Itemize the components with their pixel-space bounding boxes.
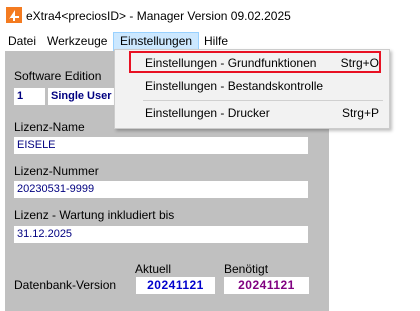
einstellungen-dropdown: Einstellungen - Grundfunktionen Strg+O E… bbox=[114, 49, 390, 129]
menu-separator bbox=[143, 100, 383, 101]
title-bar: eXtra4<preciosID> - Manager Version 09.0… bbox=[0, 0, 420, 32]
wartung-label: Lizenz - Wartung inkludiert bis bbox=[14, 208, 175, 222]
lizenz-nummer-field[interactable]: 20230531-9999 bbox=[14, 181, 308, 198]
software-edition-label: Software Edition bbox=[14, 69, 102, 83]
edition-name-field[interactable]: Single User bbox=[48, 88, 118, 105]
aktuell-version-field: 20241121 bbox=[136, 277, 215, 294]
menu-werkzeuge[interactable]: Werkzeuge bbox=[41, 32, 113, 51]
datenbank-version-label: Datenbank-Version bbox=[14, 278, 117, 292]
dropdown-item-label: Einstellungen - Bestandskontrolle bbox=[145, 79, 324, 93]
benoetigt-label: Benötigt bbox=[224, 262, 269, 276]
window-title: eXtra4<preciosID> - Manager Version 09.0… bbox=[26, 9, 291, 23]
dropdown-item-shortcut: Strg+P bbox=[341, 106, 379, 120]
wartung-field[interactable]: 31.12.2025 bbox=[14, 226, 308, 243]
aktuell-label: Aktuell bbox=[135, 262, 172, 276]
benoetigt-version-field: 20241121 bbox=[224, 277, 309, 294]
app-logo-icon bbox=[6, 7, 22, 23]
dropdown-item-bestandskontrolle[interactable]: Einstellungen - Bestandskontrolle bbox=[115, 75, 389, 97]
lizenz-nummer-label: Lizenz-Nummer bbox=[14, 164, 99, 178]
lizenz-name-field[interactable]: EISELE bbox=[14, 137, 308, 154]
edition-number-field[interactable]: 1 bbox=[14, 88, 45, 105]
dropdown-item-drucker[interactable]: Einstellungen - Drucker Strg+P bbox=[115, 102, 389, 124]
dropdown-item-label: Einstellungen - Drucker bbox=[145, 106, 270, 120]
highlight-box bbox=[129, 51, 381, 73]
menu-datei[interactable]: Datei bbox=[2, 32, 42, 51]
lizenz-name-label: Lizenz-Name bbox=[14, 120, 85, 134]
